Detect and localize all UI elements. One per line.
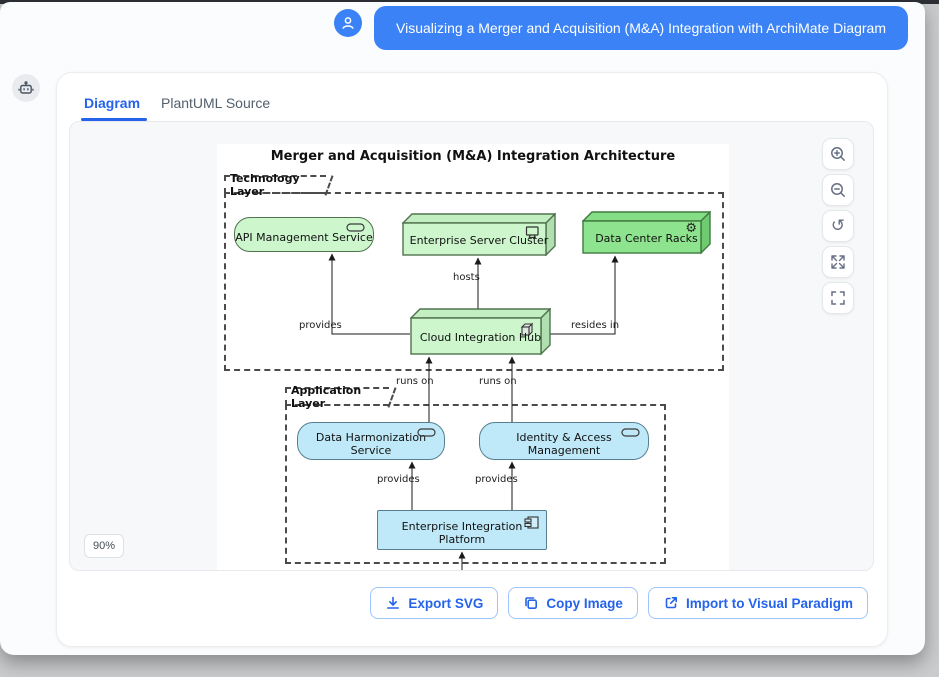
edge-label-runs-on-left: runs on	[396, 376, 434, 387]
fullscreen-button[interactable]	[822, 282, 854, 314]
copy-icon	[523, 595, 539, 611]
export-svg-label: Export SVG	[408, 596, 483, 611]
tab-diagram[interactable]: Diagram	[84, 95, 140, 111]
node-identity-access-management: Identity & Access Management	[479, 422, 649, 460]
reset-icon: ↺	[831, 218, 845, 235]
export-svg-button[interactable]: Export SVG	[370, 587, 498, 619]
component-icon	[524, 516, 539, 529]
user-message-bubble: Visualizing a Merger and Acquisition (M&…	[374, 6, 908, 50]
expand-icon	[829, 253, 847, 271]
node-enterprise-server-cluster: Enterprise Server Cluster	[402, 213, 556, 256]
assistant-avatar	[12, 74, 40, 102]
service-lozenge-icon	[346, 223, 366, 233]
tab-plantuml-source[interactable]: PlantUML Source	[161, 95, 270, 111]
service-lozenge-icon	[417, 428, 437, 438]
zoom-in-icon	[829, 145, 847, 163]
node-data-center-racks: ⚙ Data Center Racks	[582, 211, 711, 254]
service-lozenge-icon	[621, 428, 641, 438]
edge-label-provides-right: provides	[475, 474, 518, 485]
edge-label-resides-in: resides in	[571, 320, 619, 331]
node-label: Enterprise Integration Platform	[378, 515, 546, 546]
edge-label-provides-api: provides	[299, 320, 342, 331]
external-link-icon	[663, 595, 679, 611]
edge-label-provides-left: provides	[377, 474, 420, 485]
edge-label-runs-on-right: runs on	[479, 376, 517, 387]
import-visual-paradigm-label: Import to Visual Paradigm	[686, 596, 853, 611]
action-bar: Export SVG Copy Image Import to Visual P…	[57, 587, 887, 619]
node-enterprise-integration-platform: Enterprise Integration Platform	[377, 510, 547, 550]
node-api-management-service: API Management Service	[234, 217, 374, 252]
fullscreen-icon	[829, 289, 847, 307]
diagram-viewport: Merger and Acquisition (M&A) Integration…	[69, 121, 874, 571]
zoom-out-icon	[829, 181, 847, 199]
diagram-canvas[interactable]: Merger and Acquisition (M&A) Integration…	[217, 144, 729, 570]
zoom-in-button[interactable]	[822, 138, 854, 170]
copy-image-label: Copy Image	[546, 596, 623, 611]
relationship-arrows	[217, 144, 729, 570]
node-label: Cloud Integration Hub	[410, 318, 551, 354]
zoom-level-value: 90%	[93, 540, 115, 552]
user-icon	[339, 14, 357, 32]
node-data-harmonization-service: Data Harmonization Service	[297, 422, 445, 460]
avatar	[334, 9, 362, 37]
expand-button[interactable]	[822, 246, 854, 278]
robot-icon	[17, 79, 35, 97]
node-cloud-integration-hub: Cloud Integration Hub	[410, 308, 551, 355]
copy-image-button[interactable]: Copy Image	[508, 587, 638, 619]
node-label: Enterprise Server Cluster	[402, 223, 556, 255]
reset-view-button[interactable]: ↺	[822, 210, 854, 242]
message-text: Visualizing a Merger and Acquisition (M&…	[396, 20, 886, 36]
zoom-out-button[interactable]	[822, 174, 854, 206]
node-label: Data Center Racks	[582, 221, 711, 253]
edge-label-hosts: hosts	[453, 272, 480, 283]
download-icon	[385, 595, 401, 611]
diagram-card: Diagram PlantUML Source Merger and Acqui…	[56, 72, 888, 647]
import-visual-paradigm-button[interactable]: Import to Visual Paradigm	[648, 587, 868, 619]
zoom-level-badge: 90%	[84, 534, 124, 558]
